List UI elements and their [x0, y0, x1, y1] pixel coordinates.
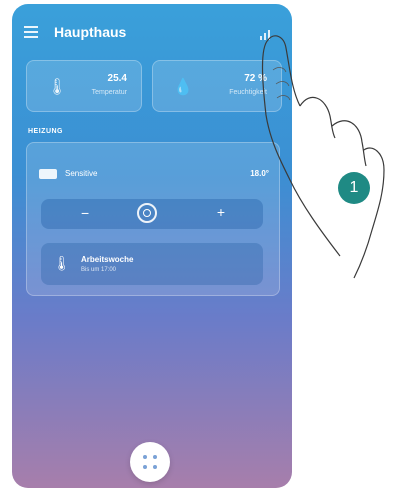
- temperature-value: 25.4: [107, 73, 127, 84]
- increase-button[interactable]: +: [217, 204, 225, 220]
- apps-button[interactable]: [130, 442, 170, 482]
- schedule-row[interactable]: 🌡 Arbeitswoche Bis um 17:00: [41, 243, 263, 285]
- temperature-card[interactable]: 🌡 25.4 Temperatur: [26, 60, 142, 112]
- heating-section-label: HEIZUNG: [28, 128, 63, 135]
- zone-icon: [39, 169, 57, 179]
- decrease-button[interactable]: −: [81, 205, 89, 221]
- menu-icon[interactable]: [24, 26, 38, 38]
- hand-pointer-illustration: [261, 35, 385, 279]
- schedule-title: Arbeitswoche: [81, 255, 134, 264]
- step-badge: 1: [338, 172, 370, 204]
- humidity-icon: 💧: [173, 79, 193, 96]
- thermometer-icon: 🌡: [47, 79, 68, 96]
- setpoint-controls: − +: [41, 199, 263, 229]
- schedule-icon: 🌡: [53, 255, 71, 271]
- mode-icon[interactable]: [137, 203, 157, 223]
- zone-name[interactable]: Sensitive: [65, 169, 97, 178]
- temperature-label: Temperatur: [91, 89, 127, 96]
- schedule-subtitle: Bis um 17:00: [81, 267, 117, 273]
- page-title: Haupthaus: [54, 24, 127, 40]
